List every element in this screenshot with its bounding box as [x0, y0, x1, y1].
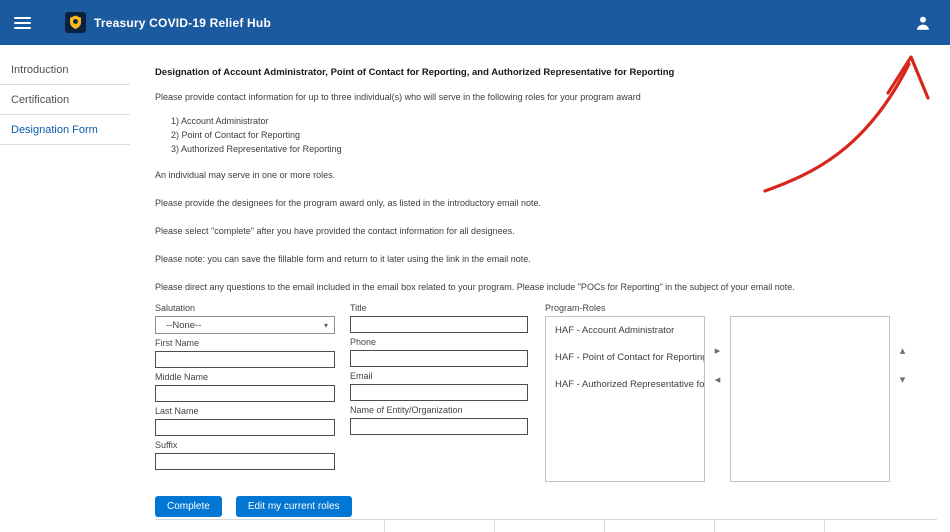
treasury-logo-icon — [65, 12, 86, 33]
paragraph-designees: Please provide the designees for the pro… — [155, 198, 945, 208]
listbox-option[interactable]: HAF - Account Administrator — [546, 317, 704, 344]
role-list-item: 1) Account Administrator — [171, 114, 945, 128]
table-cell — [605, 520, 715, 532]
program-roles-block: Program-Roles HAF - Account Administrato… — [545, 303, 915, 482]
table-cell — [495, 520, 605, 532]
entity-input[interactable] — [350, 418, 528, 435]
phone-label: Phone — [350, 337, 528, 348]
form-column-middle: Title Phone Email Name of Entity/Organiz… — [350, 303, 528, 482]
move-left-icon[interactable]: ◂ — [715, 375, 721, 386]
intro-paragraph: Please provide contact information for u… — [155, 92, 945, 102]
phone-input[interactable] — [350, 350, 528, 367]
salutation-label: Salutation — [155, 303, 335, 314]
sidebar-item-introduction[interactable]: Introduction — [0, 55, 130, 85]
middle-name-input[interactable] — [155, 385, 335, 402]
first-name-input[interactable] — [155, 351, 335, 368]
sidebar-item-certification[interactable]: Certification — [0, 85, 130, 115]
form-actions: Complete Edit my current roles — [155, 496, 945, 517]
salutation-value: --None-- — [166, 320, 201, 331]
table-cell — [715, 520, 825, 532]
move-down-icon[interactable]: ▾ — [900, 375, 906, 386]
last-name-label: Last Name — [155, 406, 335, 417]
listbox-option[interactable]: HAF - Authorized Representative fo... — [546, 371, 704, 398]
roles-list: 1) Account Administrator 2) Point of Con… — [171, 114, 945, 156]
paragraph-note: Please note: you can save the fillable f… — [155, 254, 945, 264]
app-header: Treasury COVID-19 Relief Hub — [0, 0, 950, 45]
role-list-item: 3) Authorized Representative for Reporti… — [171, 142, 945, 156]
title-label: Title — [350, 303, 528, 314]
table-cell — [825, 520, 937, 532]
main-content: Designation of Account Administrator, Po… — [155, 60, 945, 517]
sidebar-item-designation-form[interactable]: Designation Form — [0, 115, 130, 145]
program-roles-selected-listbox[interactable] — [730, 316, 890, 482]
suffix-label: Suffix — [155, 440, 335, 451]
designation-form: Salutation --None-- ▾ First Name Middle … — [155, 303, 945, 482]
salutation-select[interactable]: --None-- ▾ — [155, 316, 335, 334]
suffix-input[interactable] — [155, 453, 335, 470]
order-arrows: ▴ ▾ — [890, 316, 915, 482]
move-arrows: ▸ ◂ — [705, 316, 730, 482]
middle-name-label: Middle Name — [155, 372, 335, 383]
last-name-input[interactable] — [155, 419, 335, 436]
paragraph-complete: Please select "complete" after you have … — [155, 226, 945, 236]
user-profile-icon[interactable] — [914, 14, 932, 32]
complete-button[interactable]: Complete — [155, 496, 222, 517]
partial-table — [155, 519, 937, 532]
table-cell — [155, 520, 385, 532]
paragraph-serve: An individual may serve in one or more r… — [155, 170, 945, 180]
move-right-icon[interactable]: ▸ — [715, 346, 721, 357]
chevron-down-icon: ▾ — [324, 321, 328, 330]
page-heading: Designation of Account Administrator, Po… — [155, 67, 945, 78]
title-input[interactable] — [350, 316, 528, 333]
role-list-item: 2) Point of Contact for Reporting — [171, 128, 945, 142]
app-title: Treasury COVID-19 Relief Hub — [94, 16, 271, 30]
sidebar-nav: Introduction Certification Designation F… — [0, 45, 130, 145]
email-input[interactable] — [350, 384, 528, 401]
hamburger-menu-icon[interactable] — [14, 14, 31, 32]
edit-roles-button[interactable]: Edit my current roles — [236, 496, 352, 517]
listbox-option[interactable]: HAF - Point of Contact for Reporting — [546, 344, 704, 371]
program-roles-label: Program-Roles — [545, 303, 915, 314]
form-column-left: Salutation --None-- ▾ First Name Middle … — [155, 303, 335, 482]
first-name-label: First Name — [155, 338, 335, 349]
entity-label: Name of Entity/Organization — [350, 405, 528, 416]
program-roles-available-listbox[interactable]: HAF - Account Administrator HAF - Point … — [545, 316, 705, 482]
table-cell — [385, 520, 495, 532]
paragraph-questions: Please direct any questions to the email… — [155, 282, 945, 292]
move-up-icon[interactable]: ▴ — [900, 346, 906, 357]
email-label: Email — [350, 371, 528, 382]
